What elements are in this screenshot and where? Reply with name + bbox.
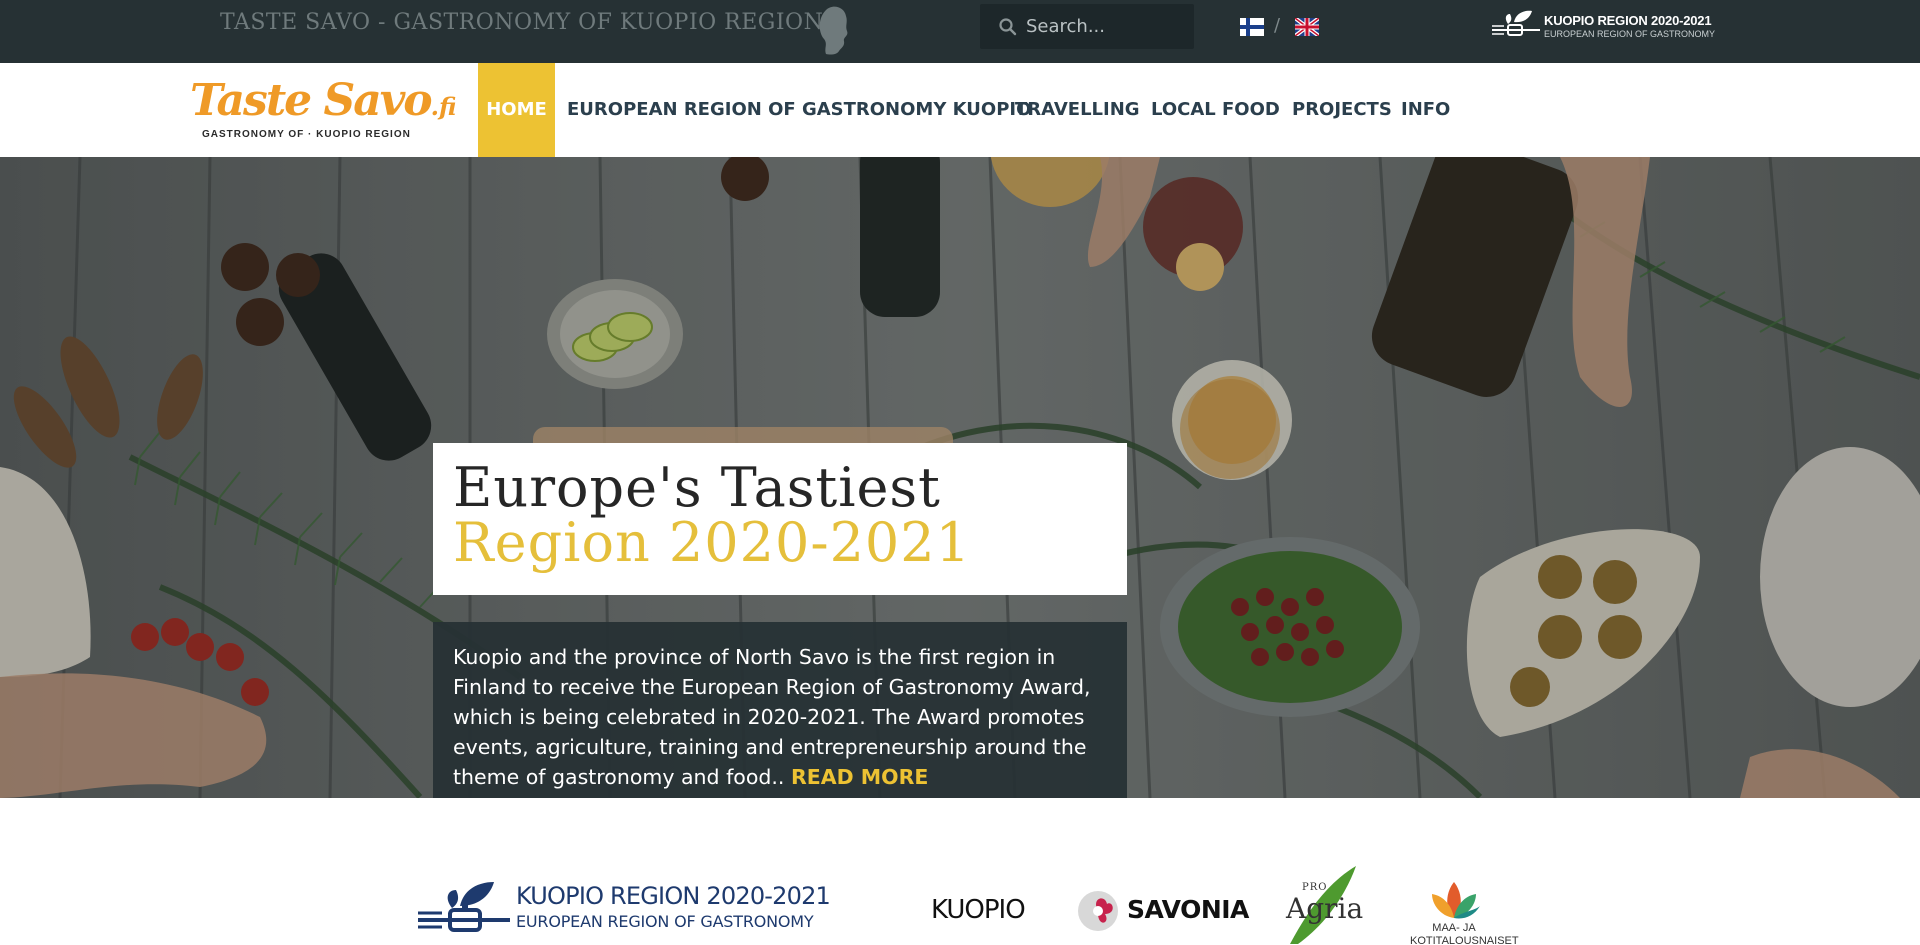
nav-european-region-of-gastronomy[interactable]: EUROPEAN REGION OF GASTRONOMY KUOPIO xyxy=(567,63,1031,157)
kuopio-logo[interactable]: KUOPIO xyxy=(931,895,1026,925)
pro-agria-logo[interactable]: PRO Agria xyxy=(1286,864,1366,944)
headline-box: Europe's Tastiest Region 2020-2021 xyxy=(433,443,1127,595)
intro-paragraph: Kuopio and the province of North Savo is… xyxy=(453,645,1091,789)
nav-info[interactable]: INFO xyxy=(1401,63,1450,157)
erg-kuopio-logo[interactable]: KUOPIO REGION 2020-2021 EUROPEAN REGION … xyxy=(416,876,831,940)
logo-wordmark: Taste Savo.fi xyxy=(190,75,457,126)
intro-box: Kuopio and the province of North Savo is… xyxy=(433,622,1127,798)
nav-home[interactable]: HOME xyxy=(478,63,555,157)
search-icon[interactable] xyxy=(998,17,1018,37)
erg-logo-subtitle: EUROPEAN REGION OF GASTRONOMY xyxy=(516,912,814,931)
search-input[interactable] xyxy=(1026,4,1186,49)
finnish-flag-icon[interactable] xyxy=(1240,18,1264,36)
search-box xyxy=(980,4,1194,49)
top-bar: TASTE SAVO - GASTRONOMY OF KUOPIO REGION… xyxy=(0,0,1920,63)
site-title[interactable]: TASTE SAVO - GASTRONOMY OF KUOPIO REGION xyxy=(220,10,823,35)
leaf-flower-icon xyxy=(1432,882,1480,919)
nav-local-food[interactable]: LOCAL FOOD xyxy=(1151,63,1280,157)
uk-flag-icon[interactable] xyxy=(1295,18,1319,36)
fork-leaf-icon xyxy=(1492,10,1540,36)
taste-savo-logo[interactable]: Taste Savo.fi GASTRONOMY OF · KUOPIO REG… xyxy=(190,77,456,147)
badge-subtitle: EUROPEAN REGION OF GASTRONOMY xyxy=(1544,29,1716,39)
partner-logos: KUOPIO REGION 2020-2021 EUROPEAN REGION … xyxy=(0,798,1920,945)
read-more-link[interactable]: READ MORE xyxy=(791,765,928,789)
head-silhouette-icon xyxy=(819,6,848,55)
nav-projects[interactable]: PROJECTS xyxy=(1292,63,1392,157)
hero-banner: Europe's Tastiest Region 2020-2021 Kuopi… xyxy=(0,157,1920,798)
maa-line-1: MAA- JA xyxy=(1432,922,1476,934)
maa-line-2: KOTITALOUSNAISET xyxy=(1410,935,1519,945)
badge-title: KUOPIO REGION 2020-2021 xyxy=(1544,13,1712,28)
savonia-flower-icon xyxy=(1078,891,1118,931)
logo-subtitle: GASTRONOMY OF · KUOPIO REGION xyxy=(202,129,411,140)
erg-badge[interactable]: KUOPIO REGION 2020-2021 EUROPEAN REGION … xyxy=(1490,6,1715,46)
erg-logo-title: KUOPIO REGION 2020-2021 xyxy=(516,882,831,910)
savonia-logo[interactable]: SAVONIA xyxy=(1127,895,1249,924)
main-nav: Taste Savo.fi GASTRONOMY OF · KUOPIO REG… xyxy=(0,63,1920,157)
language-separator: / xyxy=(1274,15,1281,36)
fork-leaf-icon xyxy=(418,882,510,932)
nav-travelling[interactable]: TRAVELLING xyxy=(1015,63,1140,157)
headline-line-2: Region 2020-2021 xyxy=(453,511,972,574)
agria-text: Agria xyxy=(1286,892,1364,925)
headline-line-1: Europe's Tastiest xyxy=(453,456,941,519)
maa-ja-kotitalousnaiset-logo[interactable]: MAA- JA KOTITALOUSNAISET xyxy=(1410,878,1519,945)
